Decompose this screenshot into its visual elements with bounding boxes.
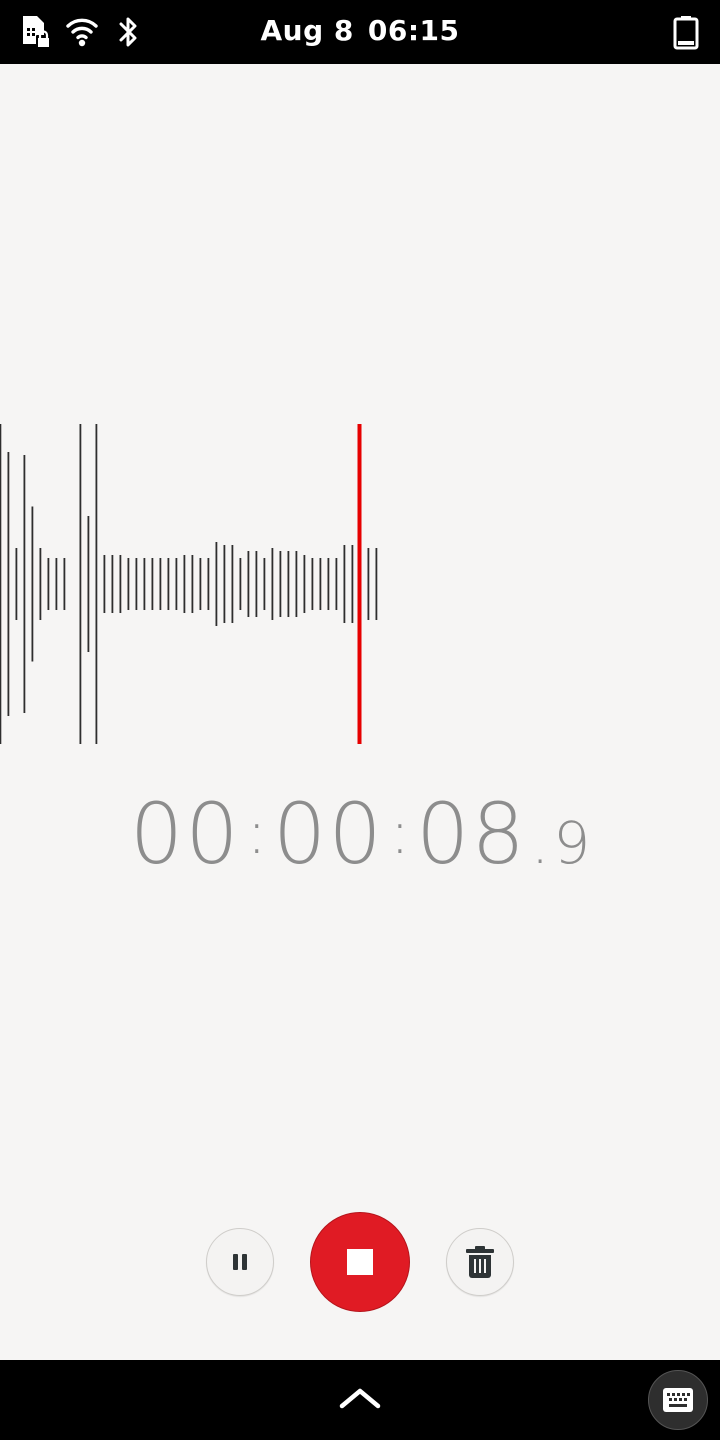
timer-seconds: 08 (415, 785, 527, 883)
waveform-bar (63, 558, 66, 610)
waveform-bar (247, 551, 250, 617)
waveform-bar (215, 542, 218, 626)
waveform-bar (127, 558, 130, 610)
waveform-bar (7, 452, 10, 716)
waveform-bar (47, 558, 50, 610)
status-bar: Aug 8 06:15 (0, 0, 720, 64)
voice-recorder-screen: Aug 8 06:15 00:00:08.9 (0, 0, 720, 1440)
waveform-bar (343, 545, 346, 623)
bottom-bar (0, 1360, 720, 1440)
waveform-bar (159, 558, 162, 610)
timer-separator: : (246, 798, 267, 868)
waveform-bar (119, 555, 122, 613)
waveform-bars (0, 424, 378, 744)
stop-button[interactable] (310, 1212, 410, 1312)
trash-icon (466, 1246, 494, 1278)
waveform-bar (143, 558, 146, 610)
waveform-bar (231, 545, 234, 623)
waveform-bar (255, 551, 258, 617)
timer-decimal: . (530, 809, 550, 877)
waveform-bar (351, 545, 354, 623)
waveform-bar (191, 555, 194, 613)
waveform-bar (15, 548, 18, 620)
waveform-bar (151, 558, 154, 610)
waveform-bar (23, 455, 26, 713)
waveform-bar (31, 506, 34, 662)
chevron-up-icon[interactable] (336, 1384, 384, 1414)
waveform-bar (239, 558, 242, 610)
waveform-bar (175, 558, 178, 610)
stop-icon (347, 1249, 373, 1275)
waveform-bar (311, 558, 314, 610)
timer-tenths: 9 (553, 809, 591, 877)
waveform-bar (303, 555, 306, 613)
waveform-bar (295, 551, 298, 617)
keyboard-button[interactable] (648, 1370, 708, 1430)
waveform-bar (207, 558, 210, 610)
waveform-bar (167, 558, 170, 610)
timer-hours: 00 (129, 785, 241, 883)
waveform-bar (111, 555, 114, 613)
waveform-bar (87, 516, 90, 652)
timer-separator: : (389, 798, 410, 868)
pause-icon (233, 1254, 247, 1270)
pause-button[interactable] (206, 1228, 274, 1296)
status-time: 06:15 (367, 14, 460, 47)
waveform-bar (271, 548, 274, 620)
waveform-bar (287, 551, 290, 617)
timer-minutes: 00 (272, 785, 384, 883)
playhead (357, 424, 362, 744)
status-date: Aug 8 (260, 14, 354, 47)
recording-timer: 00:00:08.9 (0, 785, 720, 885)
waveform-bar (319, 558, 322, 610)
waveform-bar (135, 558, 138, 610)
waveform-bar (279, 551, 282, 617)
keyboard-icon (663, 1388, 693, 1412)
delete-button[interactable] (446, 1228, 514, 1296)
waveform-bar (367, 548, 370, 620)
waveform-bar (375, 548, 378, 620)
waveform-bar (95, 424, 98, 744)
waveform-bar (263, 558, 266, 610)
waveform-bar (79, 424, 82, 744)
waveform-bar (183, 555, 186, 613)
waveform-bar (335, 558, 338, 610)
waveform-bar (223, 545, 226, 623)
waveform-bar (199, 558, 202, 610)
waveform-bar (39, 548, 42, 620)
waveform (0, 424, 378, 744)
waveform-bar (0, 424, 2, 744)
status-clock: Aug 8 06:15 (0, 14, 720, 47)
waveform-bar (103, 555, 106, 613)
battery-icon (673, 16, 699, 50)
waveform-bar (327, 558, 330, 610)
waveform-bar (55, 558, 58, 610)
